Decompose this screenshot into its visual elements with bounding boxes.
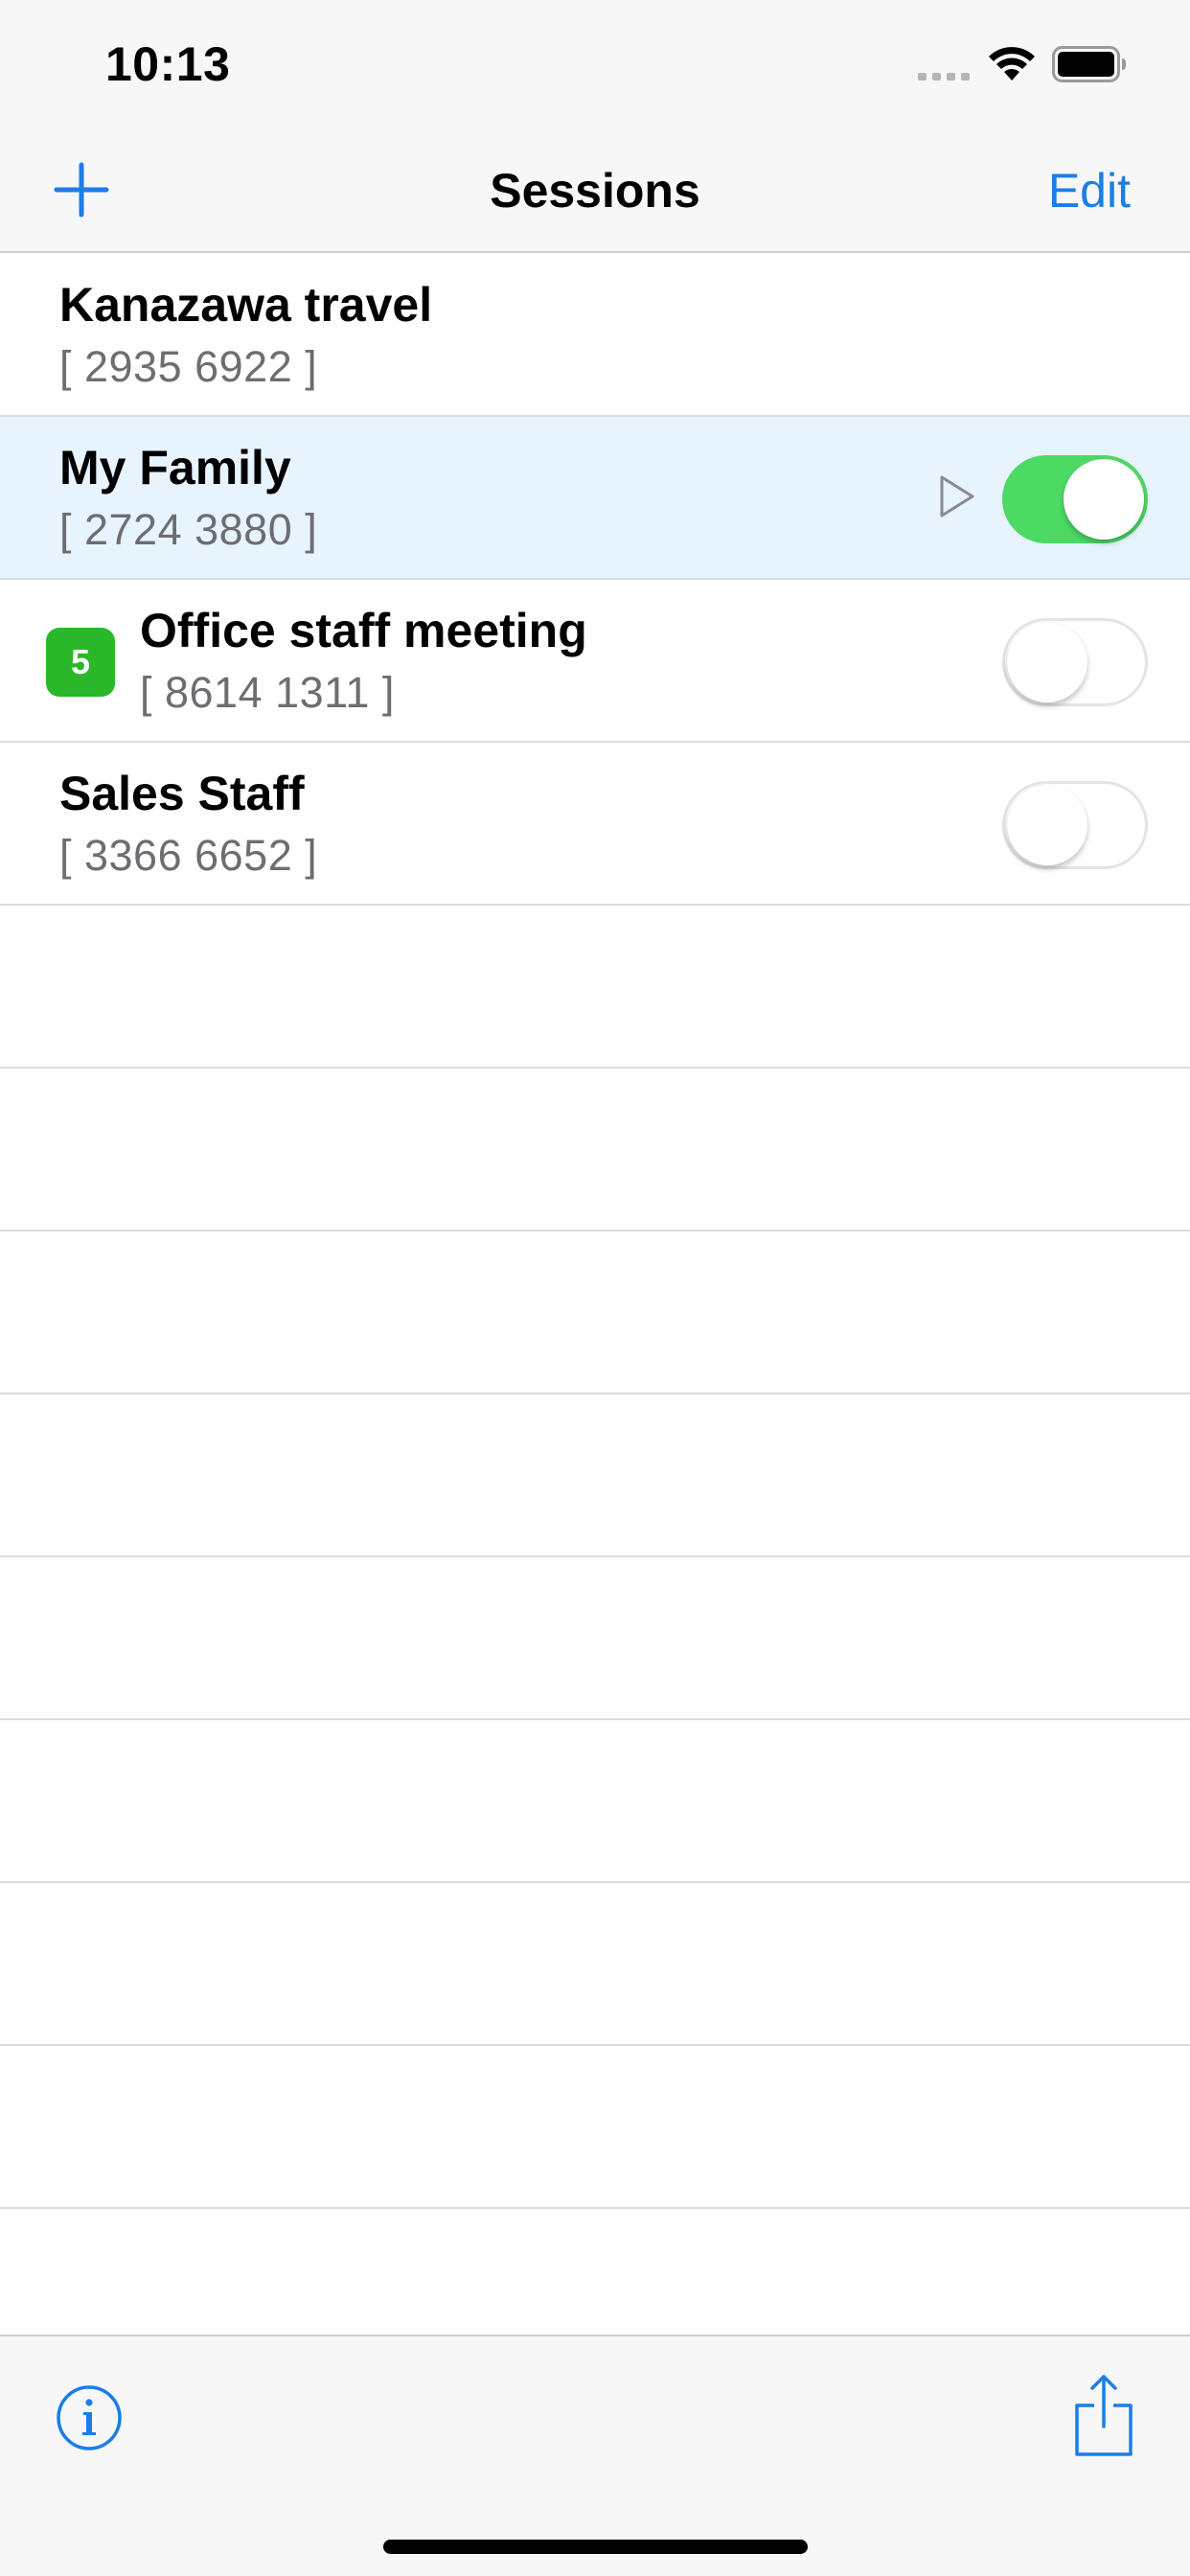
empty-row: [0, 1720, 1190, 1883]
empty-row: [0, 1069, 1190, 1231]
status-bar: 10:13: [0, 0, 1190, 126]
session-title: Sales Staff: [59, 767, 305, 820]
battery-icon: [1052, 46, 1126, 82]
toggle-knob: [1007, 785, 1087, 865]
cellular-signal-icon: [918, 73, 970, 80]
empty-row: [0, 1883, 1190, 2046]
empty-row: [0, 1231, 1190, 1394]
share-icon[interactable]: [1073, 2373, 1134, 2459]
session-title: Kanazawa travel: [59, 278, 433, 332]
session-row[interactable]: 5 Office staff meeting [ 8614 1311 ]: [0, 580, 1190, 743]
info-icon[interactable]: [56, 2384, 123, 2451]
session-toggle[interactable]: [1002, 618, 1148, 706]
session-code: [ 3366 6652 ]: [59, 831, 318, 880]
session-row[interactable]: My Family [ 2724 3880 ]: [0, 417, 1190, 580]
bottom-toolbar: [0, 2334, 1190, 2576]
session-title: Office staff meeting: [140, 604, 587, 657]
empty-row: [0, 1394, 1190, 1557]
session-row[interactable]: Sales Staff [ 3366 6652 ]: [0, 743, 1190, 906]
empty-row: [0, 2046, 1190, 2209]
empty-row: [0, 906, 1190, 1069]
unread-count-badge: 5: [46, 628, 115, 697]
session-code: [ 2724 3880 ]: [59, 505, 318, 554]
toggle-knob: [1064, 459, 1144, 540]
session-toggle[interactable]: [1002, 781, 1148, 869]
home-indicator[interactable]: [383, 2540, 808, 2554]
session-code: [ 8614 1311 ]: [140, 668, 395, 717]
page-title: Sessions: [490, 164, 700, 218]
session-title: My Family: [59, 441, 291, 494]
navigation-bar: Sessions Edit: [0, 126, 1190, 253]
session-toggle[interactable]: [1002, 455, 1148, 543]
sessions-list: Kanazawa travel [ 2935 6922 ] My Family …: [0, 254, 1190, 2209]
edit-button[interactable]: Edit: [1048, 163, 1131, 218]
wifi-icon: [989, 47, 1035, 80]
play-icon[interactable]: [938, 474, 976, 518]
status-time: 10:13: [105, 37, 231, 91]
empty-row: [0, 1557, 1190, 1720]
toggle-knob: [1007, 622, 1087, 702]
session-code: [ 2935 6922 ]: [59, 342, 318, 391]
session-row[interactable]: Kanazawa travel [ 2935 6922 ]: [0, 254, 1190, 417]
